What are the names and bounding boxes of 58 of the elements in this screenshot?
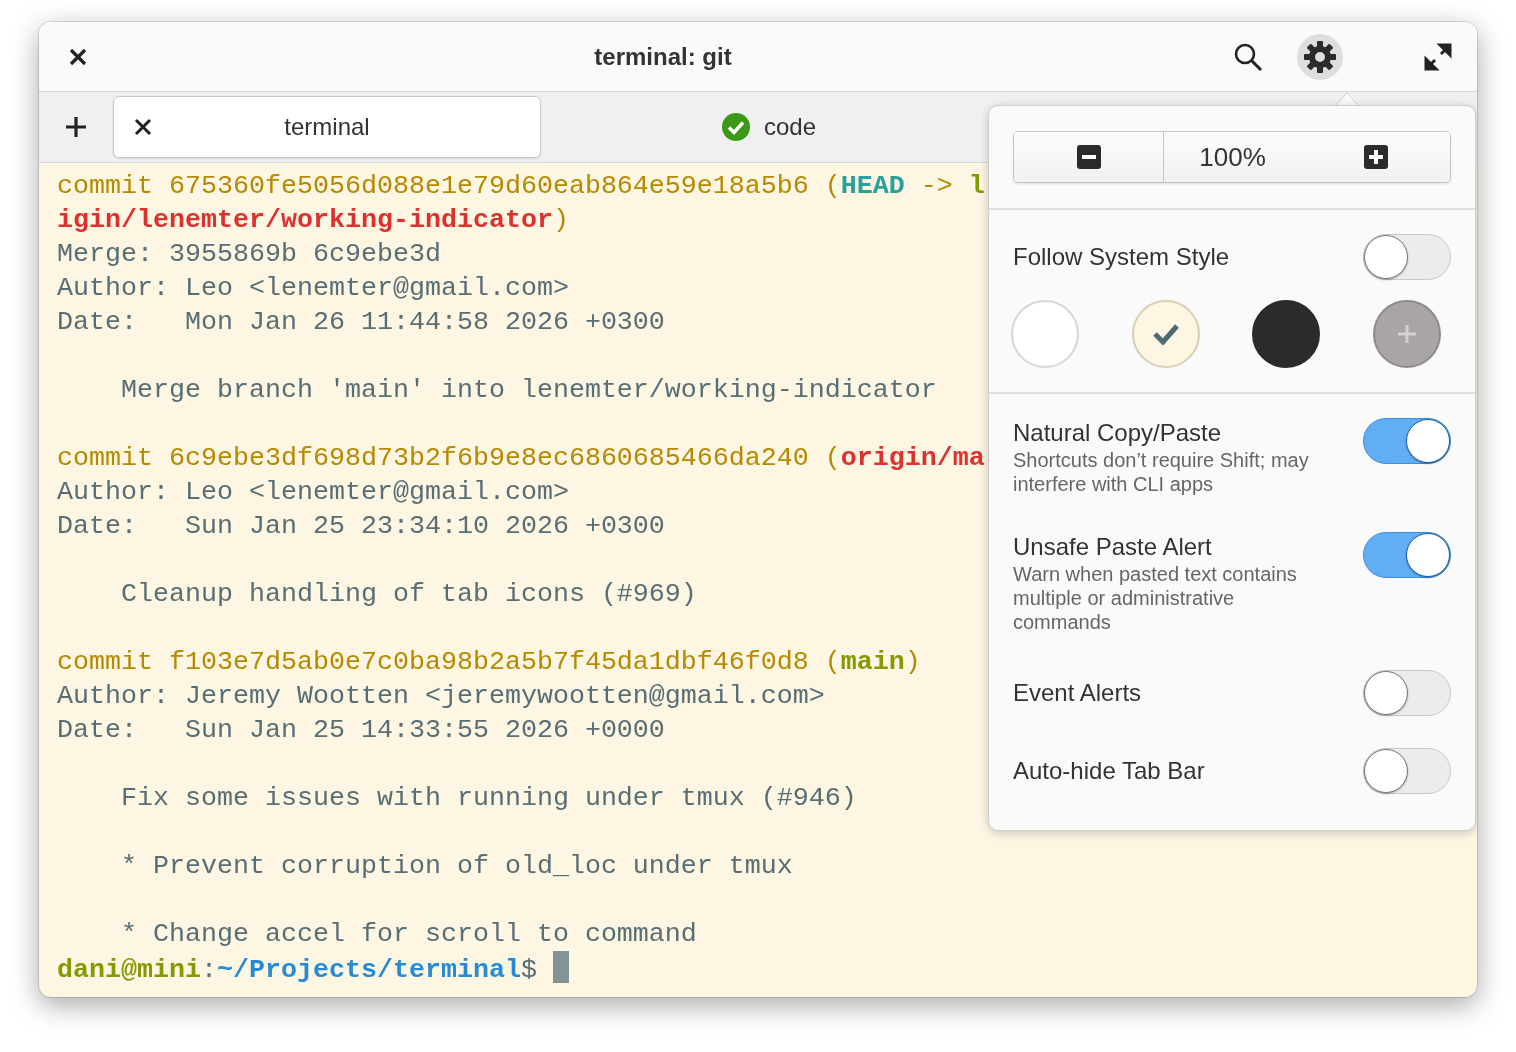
terminal-text: Date: Sun Jan 25 14:33:55 2026 +0000	[57, 715, 665, 745]
zoom-out-button[interactable]	[1014, 132, 1163, 182]
terminal-text: main	[840, 647, 905, 677]
toggle-switch[interactable]	[1363, 234, 1451, 280]
terminal-text: Fix some issues with running under tmux (#946)	[120, 783, 857, 813]
terminal-text: ->	[919, 171, 954, 201]
terminal-text: Merge: 3955869b 6c9ebe3d	[57, 239, 441, 269]
setting-label: Follow System Style	[1013, 242, 1230, 272]
prompt-text: $	[520, 955, 538, 985]
terminal-text: * Prevent corruption of old_loc under tmux	[120, 851, 793, 881]
text-cursor	[552, 951, 569, 983]
window-title: terminal: git	[593, 41, 733, 72]
prompt-text: dani@mini	[57, 955, 201, 985]
close-icon	[68, 46, 88, 67]
toggle-switch[interactable]	[1363, 670, 1451, 716]
terminal-text: Merge branch 'main' into lenemter/working-indicator	[120, 375, 937, 405]
terminal-text: Cleanup handling of tab icons (#969)	[120, 579, 697, 609]
check-icon	[1152, 323, 1179, 345]
zoom-in-button[interactable]	[1301, 132, 1450, 182]
terminal-text: origin/ma	[840, 443, 985, 473]
zoom-level: 100%	[1163, 132, 1301, 182]
terminal-text: Author: Leo <lenemter@gmail.com>	[57, 273, 569, 303]
plus-icon	[1363, 145, 1388, 169]
terminal-text: igin/lenemter/working-indicator	[57, 205, 553, 235]
setting-description: Shortcuts don’t require Shift; may interfere with CLI apps	[1013, 448, 1310, 496]
expand-icon	[1424, 42, 1452, 71]
terminal-text: commit 675360fe5056d088e1e79d60eab864e59e18a5b6 (	[57, 171, 841, 201]
terminal-text: )	[552, 205, 569, 235]
gear-icon	[1303, 39, 1337, 74]
setting-label: Event Alerts	[1013, 678, 1142, 708]
terminal-text: commit 6c9ebe3df698d73b2f6b9e8ec6860685466da240 (	[57, 443, 841, 473]
setting-label: Unsafe Paste Alert	[1013, 532, 1213, 562]
plus-icon	[1396, 324, 1417, 344]
gear-button[interactable]	[1297, 33, 1343, 80]
setting-description: Warn when pasted text contains multiple or administrative commands	[1013, 562, 1298, 634]
toggle-switch[interactable]	[1363, 532, 1451, 578]
search-icon	[1233, 41, 1263, 72]
prompt-text: :	[200, 955, 217, 985]
terminal-text: Author: Leo <lenemter@gmail.com>	[57, 477, 569, 507]
terminal-text: commit f103e7d5ab0e7c0ba98b2a5b7f45da1dbf46f0d8 (	[57, 647, 841, 677]
terminal-text: )	[904, 647, 921, 677]
close-icon[interactable]	[134, 118, 152, 136]
setting-label: Auto-hide Tab Bar	[1013, 756, 1205, 786]
tab[interactable]: terminal	[113, 96, 541, 158]
minus-icon	[1076, 145, 1101, 169]
terminal-text: Date: Mon Jan 26 11:44:58 2026 +0300	[57, 307, 665, 337]
terminal-text: Date: Sun Jan 25 23:34:10 2026 +0300	[57, 511, 665, 541]
plus-icon	[65, 116, 87, 138]
setting-label: Natural Copy/Paste	[1013, 418, 1223, 448]
toggle-switch[interactable]	[1363, 748, 1451, 794]
tab[interactable]: code	[555, 96, 983, 158]
terminal-text: l	[968, 171, 985, 201]
prompt-text: ~/Projects/terminal	[216, 955, 521, 985]
terminal-text: HEAD	[840, 171, 905, 201]
check-circle-icon	[721, 113, 750, 141]
toggle-switch[interactable]	[1363, 418, 1451, 464]
terminal-text: * Change accel for scroll to command	[120, 919, 697, 949]
terminal-text: Author: Jeremy Wootten <jeremywootten@gmail.com>	[57, 681, 825, 711]
